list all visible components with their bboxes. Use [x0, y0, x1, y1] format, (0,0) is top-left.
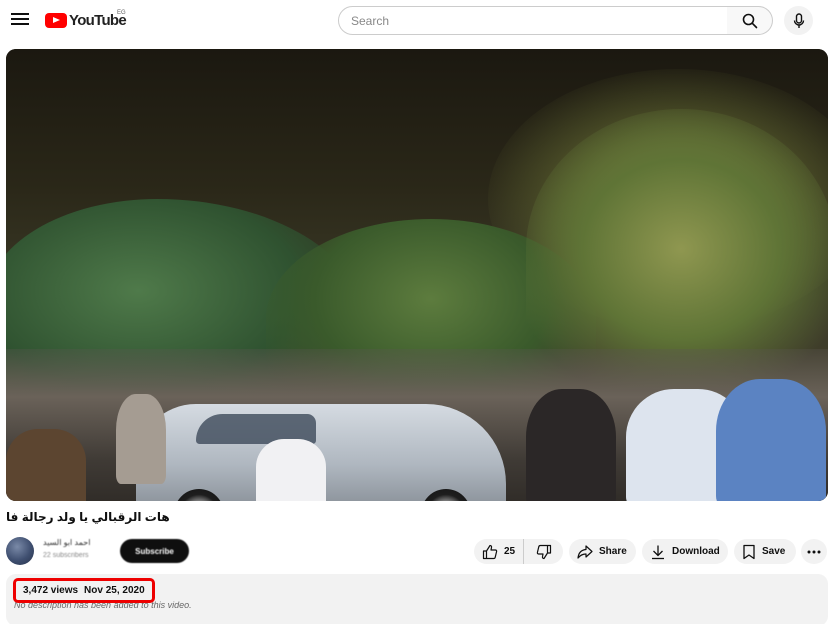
youtube-logo[interactable]: YouTube EG	[45, 10, 127, 30]
video-frame-person	[256, 439, 326, 501]
video-frame-trees-right	[526, 109, 828, 389]
video-player[interactable]	[6, 49, 828, 501]
microphone-icon	[793, 12, 804, 28]
search-input[interactable]	[351, 7, 721, 34]
video-frame-person	[526, 389, 616, 501]
channel-name[interactable]: احمد ابو السيد	[43, 538, 90, 547]
search-icon	[742, 13, 757, 28]
country-code: EG	[117, 10, 126, 16]
video-frame-person	[716, 379, 826, 501]
menu-icon[interactable]	[11, 11, 29, 27]
like-button[interactable]: 25	[474, 539, 524, 564]
view-count: 3,472 views	[23, 585, 79, 596]
share-icon	[577, 544, 593, 559]
share-button[interactable]: Share	[569, 539, 636, 564]
search-button[interactable]	[727, 6, 773, 35]
search-box	[338, 6, 728, 35]
thumbs-up-icon	[482, 544, 498, 559]
video-title: هات الرقبالي يا ولد رجالة فا	[6, 510, 170, 524]
subscriber-count: 22 subscribers	[43, 552, 89, 559]
download-label: Download	[672, 546, 720, 557]
share-label: Share	[599, 546, 627, 557]
download-button[interactable]: Download	[642, 539, 728, 564]
save-label: Save	[762, 546, 786, 557]
subscribe-button[interactable]: Subscribe	[120, 539, 189, 563]
like-count: 25	[504, 546, 516, 557]
more-actions-button[interactable]	[801, 539, 827, 564]
channel-avatar[interactable]	[6, 537, 34, 565]
save-button[interactable]: Save	[734, 539, 796, 564]
video-frame-person	[116, 394, 166, 484]
voice-search-button[interactable]	[784, 6, 813, 35]
youtube-play-icon	[45, 12, 67, 28]
upload-date: Nov 25, 2020	[84, 585, 145, 596]
view-count-date-highlight: 3,472 views Nov 25, 2020	[13, 578, 155, 603]
dislike-button[interactable]	[524, 539, 563, 564]
download-icon	[652, 545, 664, 559]
video-frame-person	[6, 429, 86, 501]
like-dislike-group: 25	[474, 539, 563, 564]
bookmark-icon	[743, 544, 755, 559]
more-horizontal-icon	[807, 550, 821, 553]
masthead: YouTube EG	[0, 0, 834, 42]
description-box[interactable]: No description has been added to this vi…	[6, 574, 828, 624]
thumbs-down-icon	[536, 544, 551, 559]
